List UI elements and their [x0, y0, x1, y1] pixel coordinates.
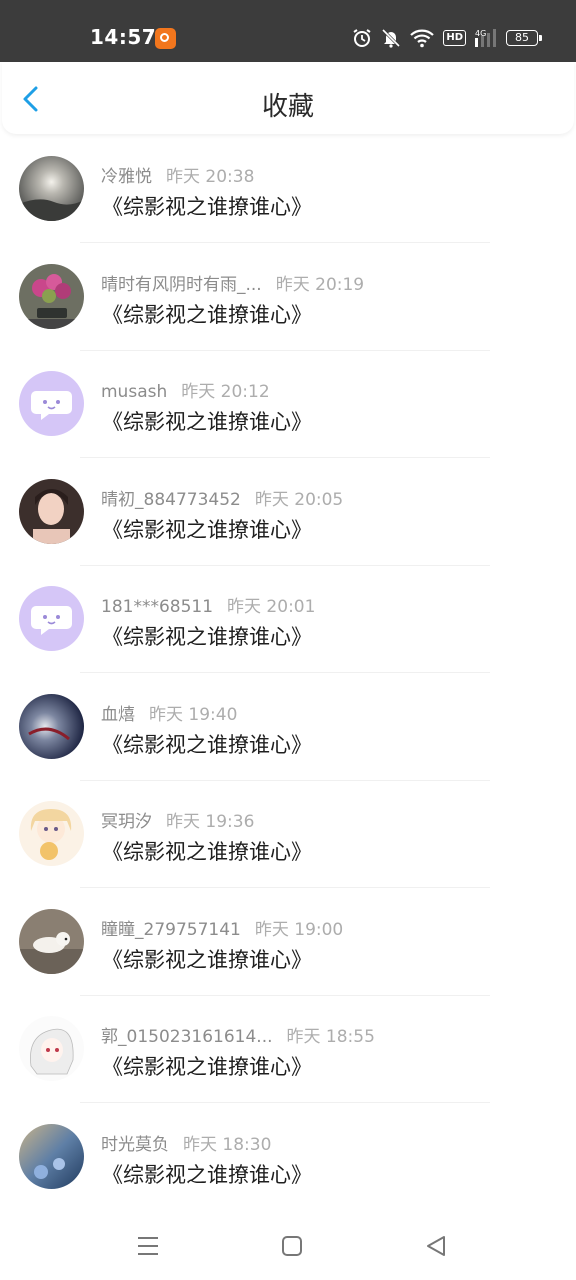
list-item[interactable]: 血熺 昨天 19:40 《综影视之谁撩谁心》	[0, 686, 576, 794]
divider	[80, 672, 490, 673]
svg-text:4G: 4G	[475, 29, 486, 38]
timestamp: 昨天 20:05	[254, 489, 344, 510]
status-bar: 14:57 HD 4G 85	[0, 0, 576, 62]
divider	[80, 887, 490, 888]
alarm-icon	[352, 28, 372, 48]
username[interactable]: 冥玥汐	[101, 812, 152, 832]
avatar	[19, 371, 84, 436]
item-title[interactable]: 《综影视之谁撩谁心》	[102, 299, 312, 329]
username[interactable]: 晴初_884773452	[101, 490, 241, 510]
list-item[interactable]: 冷雅悦 昨天 20:38 《综影视之谁撩谁心》	[0, 148, 576, 256]
list-item[interactable]: 冥玥汐 昨天 19:36 《综影视之谁撩谁心》	[0, 793, 576, 901]
page-title: 收藏	[261, 92, 314, 122]
divider	[80, 564, 490, 566]
item-title[interactable]: 《综影视之谁撩谁心》	[102, 191, 312, 221]
avatar	[19, 263, 84, 329]
timestamp: 昨天 20:19	[275, 274, 365, 295]
divider	[80, 994, 490, 996]
favorites-list: 冷雅悦 昨天 20:38 《综影视之谁撩谁心》 晴时有风阴时有雨_... 昨天 20…	[0, 148, 576, 1223]
header: 收藏	[2, 62, 574, 134]
username[interactable]: 时光莫负	[101, 1135, 169, 1155]
status-icons: HD 4G 85	[352, 26, 542, 50]
divider	[80, 779, 490, 781]
avatar	[19, 1016, 84, 1081]
item-title[interactable]: 《综影视之谁撩谁心》	[102, 621, 312, 651]
list-item[interactable]: 时光莫负 昨天 18:30 《综影视之谁撩谁心》	[0, 1116, 576, 1224]
item-meta: 晴时有风阴时有雨_... 昨天 20:19	[101, 270, 364, 295]
timestamp: 昨天 19:40	[149, 704, 238, 725]
list-item[interactable]: musash 昨天 20:12 《综影视之谁撩谁心》	[0, 363, 576, 471]
username[interactable]: musash	[101, 382, 167, 402]
back-triangle-icon[interactable]	[422, 1232, 450, 1260]
timestamp: 昨天 18:55	[286, 1027, 375, 1047]
list-item[interactable]: 郭_015023161614... 昨天 18:55 《综影视之谁撩谁心》	[0, 1008, 576, 1116]
wifi-icon	[410, 28, 435, 48]
username[interactable]: 瞳瞳_279757141	[101, 920, 241, 940]
avatar	[19, 801, 84, 866]
timestamp: 昨天 18:30	[183, 1134, 272, 1155]
timestamp: 昨天 20:01	[227, 597, 316, 617]
item-title[interactable]: 《综影视之谁撩谁心》	[102, 514, 312, 544]
username[interactable]: 血熺	[101, 705, 135, 725]
list-item[interactable]: 晴初_884773452 昨天 20:05 《综影视之谁撩谁心》	[0, 471, 576, 579]
list-item[interactable]: 181***68511 昨天 20:01 《综影视之谁撩谁心》	[0, 578, 576, 686]
avatar	[19, 586, 84, 651]
item-title[interactable]: 《综影视之谁撩谁心》	[102, 836, 312, 866]
hd-icon: HD	[443, 30, 466, 46]
avatar	[19, 1123, 84, 1189]
timestamp: 昨天 19:00	[254, 919, 344, 940]
item-meta: 血熺 昨天 19:40	[101, 700, 237, 725]
item-title[interactable]: 《综影视之谁撩谁心》	[102, 944, 312, 974]
app-notification-icon	[155, 28, 176, 49]
battery-icon: 85	[506, 30, 542, 46]
status-time: 14:57	[90, 25, 157, 49]
menu-icon[interactable]	[134, 1232, 162, 1260]
list-item[interactable]: 瞳瞳_279757141 昨天 19:00 《综影视之谁撩谁心》	[0, 901, 576, 1009]
username[interactable]: 181***68511	[101, 597, 213, 617]
item-title[interactable]: 《综影视之谁撩谁心》	[102, 1051, 312, 1081]
divider	[80, 349, 490, 351]
item-meta: 冥玥汐 昨天 19:36	[101, 807, 254, 832]
item-meta: 冷雅悦 昨天 20:38	[101, 162, 254, 187]
item-title[interactable]: 《综影视之谁撩谁心》	[102, 1159, 312, 1189]
username[interactable]: 冷雅悦	[101, 167, 152, 187]
list-item[interactable]: 晴时有风阴时有雨_... 昨天 20:19 《综影视之谁撩谁心》	[0, 256, 576, 364]
signal-icon: 4G	[475, 28, 497, 48]
avatar	[19, 908, 84, 974]
mute-icon	[381, 28, 401, 48]
item-meta: 181***68511 昨天 20:01	[101, 592, 315, 617]
item-meta: musash 昨天 20:12	[101, 377, 270, 402]
divider	[80, 242, 490, 243]
item-meta: 郭_015023161614... 昨天 18:55	[101, 1022, 375, 1047]
item-meta: 瞳瞳_279757141 昨天 19:00	[101, 915, 343, 940]
avatar	[19, 478, 84, 544]
item-meta: 时光莫负 昨天 18:30	[101, 1130, 271, 1155]
timestamp: 昨天 19:36	[166, 812, 255, 832]
avatar	[19, 693, 84, 759]
timestamp: 昨天 20:12	[181, 382, 270, 402]
avatar	[19, 156, 84, 221]
timestamp: 昨天 20:38	[166, 167, 255, 187]
divider	[80, 1102, 490, 1103]
system-nav-bar	[0, 1210, 576, 1280]
home-icon[interactable]	[278, 1232, 306, 1260]
item-meta: 晴初_884773452 昨天 20:05	[101, 485, 343, 510]
divider	[80, 457, 490, 458]
username[interactable]: 郭_015023161614...	[101, 1027, 273, 1047]
item-title[interactable]: 《综影视之谁撩谁心》	[102, 406, 312, 436]
username[interactable]: 晴时有风阴时有雨_...	[101, 275, 262, 295]
item-title[interactable]: 《综影视之谁撩谁心》	[102, 729, 312, 759]
